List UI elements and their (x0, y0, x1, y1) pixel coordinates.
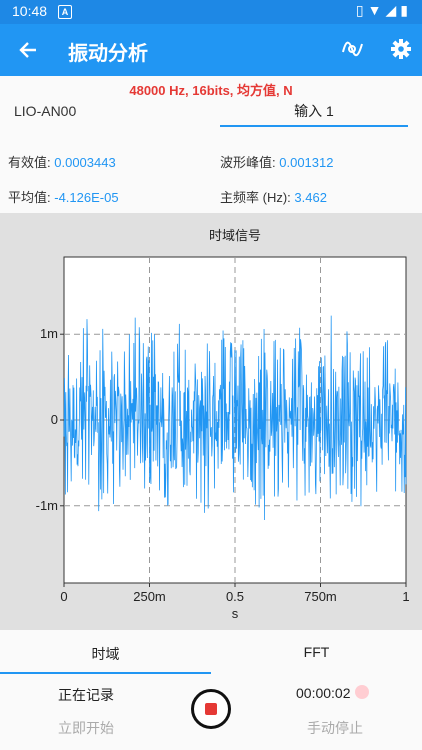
y-tick-label: -1m (36, 498, 58, 513)
gear-icon (391, 39, 411, 59)
mean-label: 平均值: (8, 190, 51, 205)
peak-label: 波形峰值: (220, 155, 276, 170)
back-button[interactable] (12, 34, 44, 66)
status-icons: ▯▼◢▮ (356, 2, 412, 19)
waveform-icon (342, 41, 363, 57)
device-label: LIO-AN00 (14, 103, 77, 119)
status-time: 10:48 (12, 3, 48, 19)
back-arrow-icon (19, 42, 36, 58)
battery-icon: ▮ (400, 2, 412, 18)
mean-value: -4.126E-05 (54, 190, 119, 205)
settings-button[interactable] (386, 34, 416, 64)
signal-icon: ◢ (385, 2, 401, 18)
x-tick-label: 750m (304, 589, 337, 604)
tab-input-1[interactable]: 输入 1 (220, 101, 408, 127)
sample-info: 48000 Hz, 16bits, 均方值, N (129, 83, 293, 98)
recording-status: 正在记录 (58, 687, 114, 703)
page-title: 振动分析 (68, 43, 148, 65)
y-tick-label: 0 (51, 412, 58, 427)
vibrate-icon: ▯ (355, 2, 368, 18)
mean-stat: 平均值: -4.126E-05 (8, 187, 119, 206)
tab-indicator (0, 672, 211, 674)
rms-stat: 有效值: 0.0003443 (8, 152, 116, 171)
start-now-button[interactable]: 立即开始 (0, 718, 172, 738)
tab-fft[interactable]: FFT (211, 644, 422, 660)
freq-label: 主频率 (Hz): (220, 190, 291, 205)
bottom-panel: 时域 FFT 正在记录 00:00:02 立即开始 手动停止 (0, 630, 422, 750)
peak-value: 0.001312 (279, 155, 334, 170)
chart-svg: 时域信号 0 250m 0.5 750m 1 1m 0 -1m s (36, 228, 410, 621)
x-tick-label: 0.5 (226, 589, 244, 604)
manual-stop-button[interactable]: 手动停止 (262, 718, 408, 738)
stop-icon (205, 703, 217, 715)
wifi-icon: ▼ (367, 2, 386, 18)
status-bar: 10:48 A ▯▼◢▮ (0, 0, 422, 24)
x-tick-label: 250m (133, 589, 166, 604)
app-bar: 振动分析 (0, 24, 422, 76)
x-tick-label: 1 (402, 589, 409, 604)
tab-time-domain[interactable]: 时域 (0, 644, 211, 664)
rms-value: 0.0003443 (54, 155, 116, 170)
recording-indicator-dot (355, 685, 369, 699)
signal-button[interactable] (338, 34, 368, 64)
freq-stat: 主频率 (Hz): 3.462 (220, 187, 327, 206)
x-axis-label: s (232, 606, 239, 621)
notification-icon: A (58, 5, 72, 19)
x-tick-label: 0 (60, 589, 67, 604)
y-tick-label: 1m (40, 326, 58, 341)
stop-record-button[interactable] (191, 689, 231, 729)
rms-label: 有效值: (8, 155, 51, 170)
peak-stat: 波形峰值: 0.001312 (220, 152, 333, 171)
chart-title: 时域信号 (209, 228, 261, 243)
time-domain-chart[interactable]: 时域信号 0 250m 0.5 750m 1 1m 0 -1m s (0, 213, 422, 630)
record-timer: 00:00:02 (296, 685, 351, 701)
freq-value: 3.462 (294, 190, 327, 205)
